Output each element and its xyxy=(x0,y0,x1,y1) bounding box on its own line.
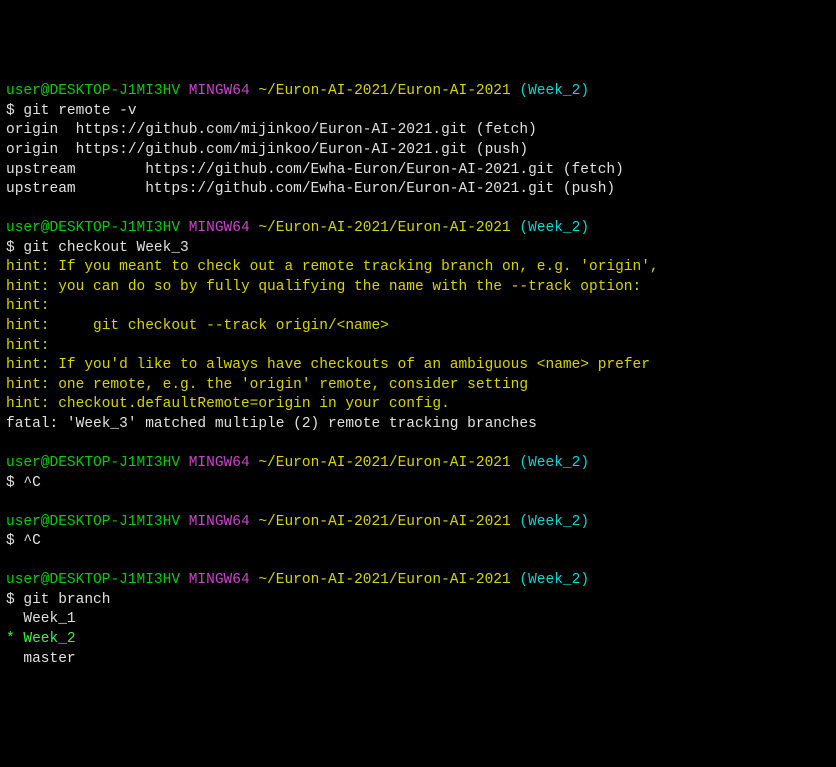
prompt-path: ~/Euron-AI-2021/Euron-AI-2021 xyxy=(258,455,510,471)
prompt-line: user@DESKTOP-J1MI3HV MINGW64 ~/Euron-AI-… xyxy=(6,82,830,102)
hint-line: hint: If you'd like to always have check… xyxy=(6,356,830,376)
command-line[interactable]: $ ^C xyxy=(6,474,830,494)
hint-line: hint: xyxy=(6,337,830,357)
fatal-line: fatal: 'Week_3' matched multiple (2) rem… xyxy=(6,415,830,435)
prompt-user: user@DESKTOP-J1MI3HV xyxy=(6,220,180,236)
prompt-branch: (Week_2) xyxy=(519,83,589,99)
branch-line-current: * Week_2 xyxy=(6,630,830,650)
prompt-branch: (Week_2) xyxy=(519,220,589,236)
hint-line: hint: you can do so by fully qualifying … xyxy=(6,278,830,298)
command-line[interactable]: $ git checkout Week_3 xyxy=(6,239,830,259)
command-line[interactable]: $ git remote -v xyxy=(6,102,830,122)
prompt-branch: (Week_2) xyxy=(519,572,589,588)
prompt-user: user@DESKTOP-J1MI3HV xyxy=(6,572,180,588)
prompt-env: MINGW64 xyxy=(189,455,250,471)
prompt-user: user@DESKTOP-J1MI3HV xyxy=(6,83,180,99)
prompt-path: ~/Euron-AI-2021/Euron-AI-2021 xyxy=(258,220,510,236)
prompt-line: user@DESKTOP-J1MI3HV MINGW64 ~/Euron-AI-… xyxy=(6,219,830,239)
output-line: origin https://github.com/mijinkoo/Euron… xyxy=(6,141,830,161)
prompt-path: ~/Euron-AI-2021/Euron-AI-2021 xyxy=(258,514,510,530)
hint-line: hint: git checkout --track origin/<name> xyxy=(6,317,830,337)
prompt-user: user@DESKTOP-J1MI3HV xyxy=(6,455,180,471)
output-line: origin https://github.com/mijinkoo/Euron… xyxy=(6,121,830,141)
output-line: upstream https://github.com/Ewha-Euron/E… xyxy=(6,180,830,200)
prompt-line: user@DESKTOP-J1MI3HV MINGW64 ~/Euron-AI-… xyxy=(6,571,830,591)
prompt-env: MINGW64 xyxy=(189,220,250,236)
output-line: upstream https://github.com/Ewha-Euron/E… xyxy=(6,161,830,181)
hint-line: hint: one remote, e.g. the 'origin' remo… xyxy=(6,376,830,396)
prompt-path: ~/Euron-AI-2021/Euron-AI-2021 xyxy=(258,572,510,588)
prompt-branch: (Week_2) xyxy=(519,514,589,530)
prompt-env: MINGW64 xyxy=(189,572,250,588)
prompt-path: ~/Euron-AI-2021/Euron-AI-2021 xyxy=(258,83,510,99)
hint-line: hint: checkout.defaultRemote=origin in y… xyxy=(6,395,830,415)
branch-line: master xyxy=(6,650,830,670)
prompt-line: user@DESKTOP-J1MI3HV MINGW64 ~/Euron-AI-… xyxy=(6,454,830,474)
prompt-env: MINGW64 xyxy=(189,514,250,530)
command-line[interactable]: $ git branch xyxy=(6,591,830,611)
prompt-user: user@DESKTOP-J1MI3HV xyxy=(6,514,180,530)
hint-line: hint: If you meant to check out a remote… xyxy=(6,258,830,278)
terminal-window[interactable]: user@DESKTOP-J1MI3HV MINGW64 ~/Euron-AI-… xyxy=(6,82,830,669)
command-line[interactable]: $ ^C xyxy=(6,532,830,552)
prompt-line: user@DESKTOP-J1MI3HV MINGW64 ~/Euron-AI-… xyxy=(6,513,830,533)
prompt-env: MINGW64 xyxy=(189,83,250,99)
hint-line: hint: xyxy=(6,297,830,317)
prompt-branch: (Week_2) xyxy=(519,455,589,471)
branch-line: Week_1 xyxy=(6,610,830,630)
